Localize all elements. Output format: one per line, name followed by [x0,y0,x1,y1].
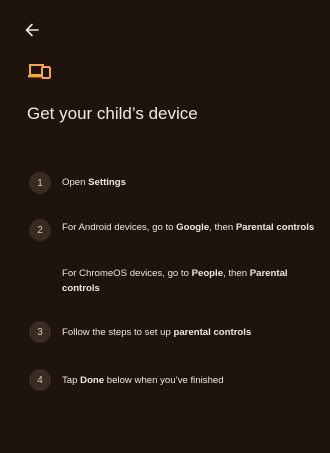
step-3-parental-controls: parental controls [173,327,252,338]
step-4-done: Done [80,375,105,386]
step-number-4: 4 [29,369,51,391]
step-3-segment: Follow the steps to set up [62,327,174,338]
step-text-2: For Android devices, go to Google, then … [62,220,320,235]
step-2-segment: For Android devices, go to [62,222,177,233]
step-2-sub-segment: , then [223,268,250,279]
step-number-2: 2 [29,219,51,241]
step-text-1: Open Settings [62,175,320,190]
step-2-segment: , then [209,222,236,233]
step-1-segment: Open [62,177,89,188]
step-text-2-chromeos: For ChromeOS devices, go to People, then… [62,266,320,296]
step-number-3: 3 [29,321,51,343]
step-text-3: Follow the steps to set up parental cont… [62,325,320,340]
step-4-segment: Tap [62,375,81,386]
step-4-segment: below when you’ve finished [104,375,224,386]
step-2-sub-segment: For ChromeOS devices, go to [62,268,192,279]
step-2-people: People [191,268,224,279]
step-2-parental-controls: Parental controls [235,222,315,233]
step-2-google: Google [176,222,210,233]
step-1-settings: Settings [88,177,126,188]
steps-list: 1 Open Settings 2 For Android devices, g… [0,0,330,453]
step-text-4: Tap Done below when you’ve finished [62,373,320,388]
step-number-1: 1 [29,172,51,194]
